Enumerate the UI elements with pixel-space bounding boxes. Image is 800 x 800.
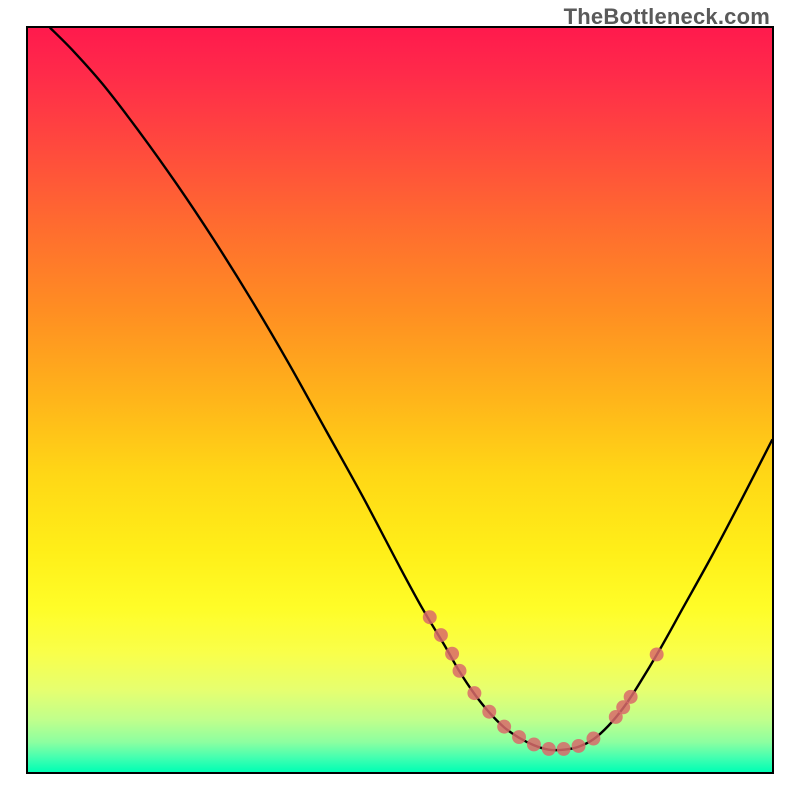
bottleneck-curve: [50, 28, 772, 750]
marker-point: [624, 690, 638, 704]
chart-container: TheBottleneck.com: [0, 0, 800, 800]
marker-point: [453, 664, 467, 678]
marker-point: [650, 647, 664, 661]
marker-point: [445, 647, 459, 661]
highlight-markers: [423, 610, 664, 756]
marker-point: [586, 732, 600, 746]
chart-overlay: [28, 28, 772, 772]
marker-point: [423, 610, 437, 624]
plot-area: [26, 26, 774, 774]
marker-point: [467, 686, 481, 700]
marker-point: [434, 628, 448, 642]
marker-point: [482, 705, 496, 719]
marker-point: [572, 739, 586, 753]
marker-point: [512, 730, 526, 744]
marker-point: [527, 738, 541, 752]
marker-point: [557, 742, 571, 756]
marker-point: [542, 742, 556, 756]
marker-point: [497, 720, 511, 734]
